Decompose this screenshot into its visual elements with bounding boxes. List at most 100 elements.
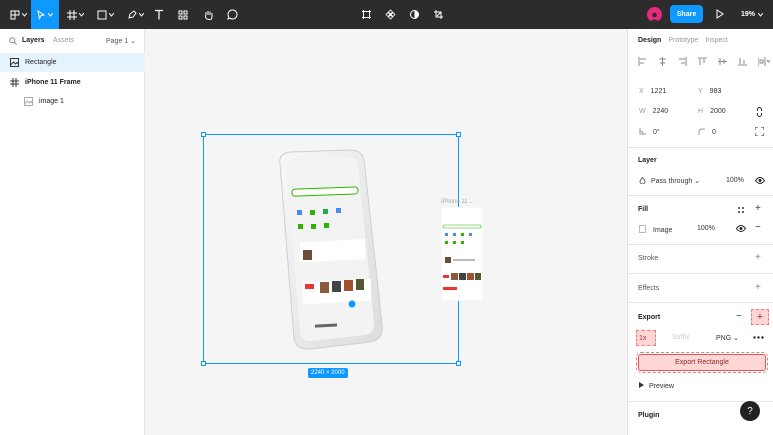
text-tool-button[interactable] <box>152 0 166 29</box>
tab-inspect[interactable]: Inspect <box>705 37 728 44</box>
frame-label[interactable]: iPhone 11 ... <box>441 199 474 205</box>
remove-fill-icon[interactable]: − <box>755 223 761 233</box>
search-icon[interactable] <box>9 37 17 45</box>
add-export-button[interactable]: + <box>751 309 769 325</box>
layer-label: Rectangle <box>25 59 57 66</box>
remove-export-icon[interactable]: − <box>736 312 742 322</box>
plus-icon: + <box>756 311 764 323</box>
image-fill-swatch-icon <box>639 225 646 233</box>
divider <box>628 273 773 274</box>
plugin-section-title: Plugin <box>638 412 660 419</box>
crop-image-icon <box>433 10 443 19</box>
zoom-dropdown[interactable]: 19% <box>741 0 764 29</box>
frame-icon <box>9 78 19 88</box>
distribute-icon[interactable] <box>758 57 770 66</box>
independent-corners-icon[interactable] <box>755 127 764 136</box>
export-format-dropdown[interactable]: PNG ⌄ <box>716 334 739 342</box>
more-options-icon[interactable] <box>753 336 764 339</box>
present-button[interactable] <box>716 9 724 21</box>
w-key: W <box>639 108 646 115</box>
cursor-icon <box>37 9 46 20</box>
layer-label: iPhone 11 Frame <box>25 79 81 86</box>
y-value: 983 <box>709 88 722 95</box>
hand-tool-button[interactable] <box>200 0 216 29</box>
tab-prototype[interactable]: Prototype <box>668 37 698 44</box>
resources-button[interactable] <box>176 0 190 29</box>
height-field[interactable]: H 2000 <box>698 108 726 115</box>
divider <box>628 147 773 148</box>
fill-type[interactable]: Image <box>639 225 672 234</box>
rotation-field[interactable]: 0° <box>639 128 660 136</box>
tab-assets[interactable]: Assets <box>53 37 74 44</box>
share-button[interactable]: Share <box>670 5 703 23</box>
tab-layers[interactable]: Layers <box>22 37 45 44</box>
export-rectangle-button[interactable]: Export Rectangle <box>636 352 768 373</box>
align-horizontal-center-icon[interactable] <box>658 57 667 66</box>
add-stroke-icon[interactable]: + <box>755 253 761 263</box>
mask-icon <box>409 10 419 19</box>
resize-handle-bottom-right[interactable] <box>456 361 461 366</box>
layer-label: image 1 <box>39 98 64 105</box>
x-key: X <box>639 88 644 95</box>
layer-opacity-field[interactable]: 100% <box>726 177 744 184</box>
page-selector[interactable]: Page 1 ⌄ <box>106 37 136 45</box>
user-avatar[interactable] <box>647 7 662 22</box>
add-fill-icon[interactable]: + <box>755 204 761 214</box>
corner-radius-icon <box>698 128 705 135</box>
fill-opacity-field[interactable]: 100% <box>697 225 715 232</box>
styles-icon[interactable] <box>737 206 745 214</box>
resize-handle-top-right[interactable] <box>456 132 461 137</box>
shape-tool-button[interactable] <box>92 0 118 29</box>
selected-rectangle[interactable] <box>201 132 461 366</box>
tab-design[interactable]: Design <box>638 37 661 44</box>
comment-icon <box>226 9 238 20</box>
mask-button[interactable] <box>406 0 422 29</box>
hand-icon <box>204 11 212 20</box>
move-tool-button[interactable] <box>31 0 59 29</box>
comment-tool-button[interactable] <box>224 0 240 29</box>
export-scale-field[interactable]: 1x <box>636 330 656 346</box>
pen-tool-button[interactable] <box>122 0 148 29</box>
blend-icon <box>639 176 646 185</box>
align-vertical-center-icon[interactable] <box>718 57 727 66</box>
align-right-icon[interactable] <box>678 57 687 66</box>
triangle-right-icon <box>639 382 644 388</box>
figma-menu-icon <box>10 10 19 19</box>
crop-image-button[interactable] <box>430 0 446 29</box>
resize-handle-bottom-left[interactable] <box>201 361 206 366</box>
align-bottom-icon[interactable] <box>738 57 747 66</box>
iphone-frame-thumbnail[interactable] <box>441 207 483 301</box>
chevron-down-icon <box>108 12 114 17</box>
x-field[interactable]: X 1221 <box>639 88 666 95</box>
resize-handle-top-left[interactable] <box>201 132 206 137</box>
constrain-proportions-icon[interactable] <box>756 107 763 117</box>
component-button[interactable] <box>382 0 398 29</box>
dimension-badge: 2240 × 2000 <box>308 368 348 378</box>
preview-toggle[interactable]: Preview <box>639 382 674 390</box>
frame-tool-button[interactable] <box>62 0 88 29</box>
layer-item-image[interactable]: image 1 <box>0 92 145 111</box>
corner-radius-field[interactable]: 0 <box>698 128 716 136</box>
width-field[interactable]: W 2240 <box>639 108 668 115</box>
canvas[interactable]: 2240 × 2000 iPhone 11 ... <box>145 29 627 435</box>
eye-icon[interactable] <box>755 177 765 184</box>
blend-mode-dropdown[interactable]: Pass through ⌄ <box>639 176 701 185</box>
align-top-icon[interactable] <box>698 57 707 66</box>
export-suffix-field[interactable]: Suffix <box>672 334 689 341</box>
add-effect-icon[interactable]: + <box>755 283 761 293</box>
help-button[interactable]: ? <box>740 401 760 421</box>
fill-section-title: Fill <box>638 206 649 213</box>
crop-frame-button[interactable] <box>358 0 374 29</box>
blend-mode-value: Pass through ⌄ <box>651 178 701 185</box>
crop-icon <box>361 10 371 19</box>
eye-icon[interactable] <box>736 225 746 232</box>
divider <box>628 244 773 245</box>
pen-icon <box>127 9 137 19</box>
rectangle-icon <box>97 10 106 19</box>
layer-item-iphone-frame[interactable]: iPhone 11 Frame <box>0 73 145 92</box>
layer-item-rectangle[interactable]: Rectangle <box>0 53 145 72</box>
y-field[interactable]: Y 983 <box>698 88 721 95</box>
divider <box>628 302 773 303</box>
align-left-icon[interactable] <box>638 57 647 66</box>
main-menu-button[interactable] <box>6 0 30 29</box>
